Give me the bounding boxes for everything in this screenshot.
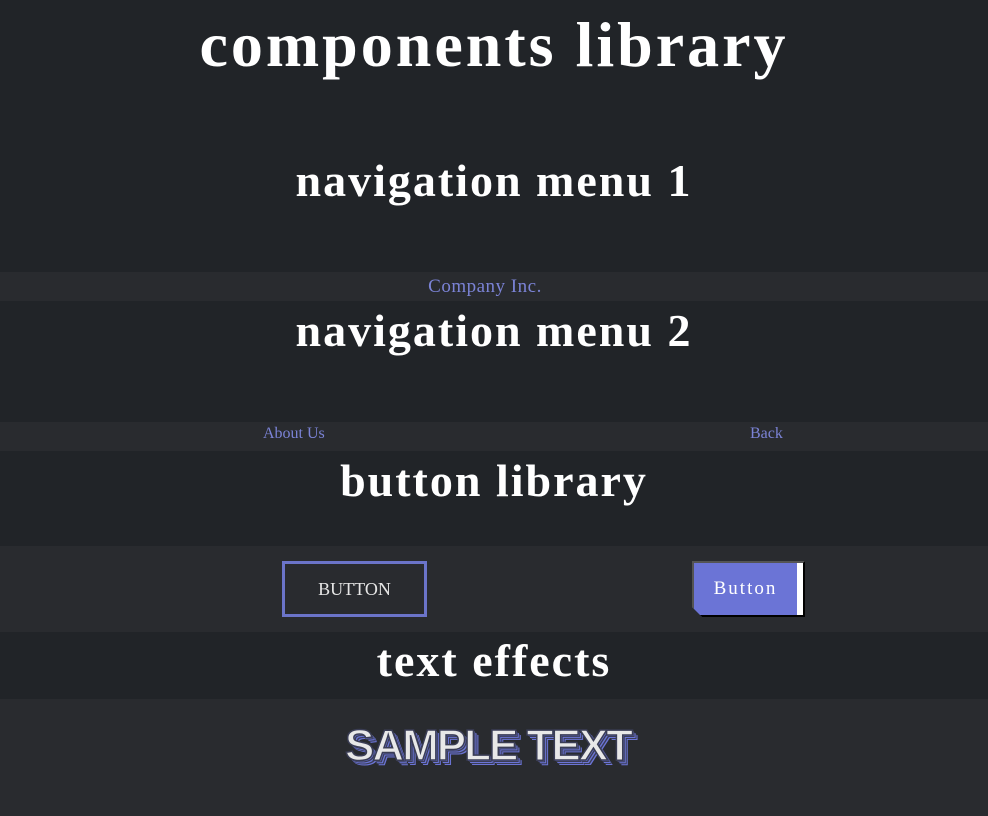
outline-button-label: BUTTON [318, 578, 391, 599]
button-library-bar: BUTTON Button [0, 546, 988, 632]
outline-button[interactable]: BUTTON [282, 561, 427, 617]
sample-text-effect: SAMPLE TEXT [344, 720, 634, 771]
filled-button-label: Button [713, 578, 778, 599]
nav-menu-2-bar: About Us Back [0, 422, 988, 451]
filled-button[interactable]: Button [692, 561, 805, 617]
company-brand-link[interactable]: Company Inc. [0, 276, 970, 298]
about-us-link[interactable]: About Us [263, 425, 325, 443]
text-effects-heading: text effects [376, 635, 612, 686]
page-title: components library [199, 9, 789, 80]
button-library-heading: button library [340, 455, 648, 506]
back-link[interactable]: Back [750, 425, 783, 443]
text-effects-bar: SAMPLE TEXT [0, 699, 988, 816]
nav-menu-1-heading: navigation menu 1 [295, 155, 693, 206]
nav-menu-1-bar: Company Inc. [0, 272, 988, 301]
nav-menu-2-heading: navigation menu 2 [295, 305, 693, 356]
button-edge-accent [797, 563, 803, 615]
